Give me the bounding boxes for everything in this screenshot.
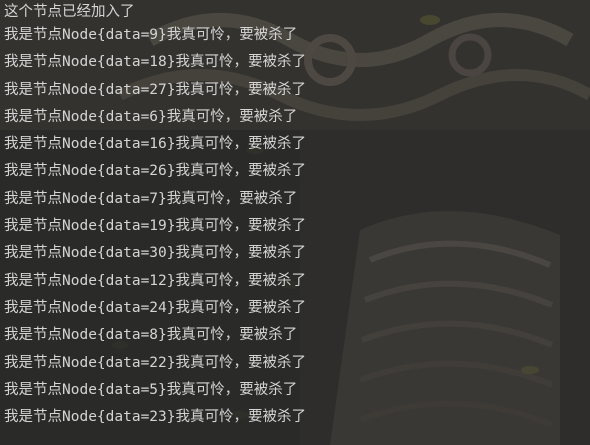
console-line-output: 我是节点Node{data=9}我真可怜，要被杀了 bbox=[4, 27, 298, 43]
console-line-output: 我是节点Node{data=23}我真可怜，要被杀了 bbox=[4, 409, 306, 426]
console-line-output: 我是节点Node{data=30}我真可怜，要被杀了 bbox=[4, 245, 306, 262]
console-line-output: 我是节点Node{data=16}我真可怜，要被杀了 bbox=[4, 136, 306, 153]
console-line-output: 我是节点Node{data=5}我真可怜，要被杀了 bbox=[4, 381, 298, 398]
console-line-output: 我是节点Node{data=12}我真可怜，要被杀了 bbox=[4, 272, 306, 289]
console-line-output: 我是节点Node{data=8}我真可怜，要被杀了 bbox=[4, 327, 298, 344]
console-line-output: 我是节点Node{data=19}我真可怜，要被杀了 bbox=[4, 218, 306, 235]
console-line-output: 我是节点Node{data=18}我真可怜，要被杀了 bbox=[4, 54, 306, 71]
console-line-output: 我是节点Node{data=22}我真可怜，要被杀了 bbox=[4, 354, 306, 371]
console-lines: 这个节点已经加入了我是节点Node{data=9}我真可怜，要被杀了 我是节点No… bbox=[0, 0, 306, 431]
console-line-status: 这个节点已经加入了 bbox=[4, 4, 135, 20]
console-line-output: 我是节点Node{data=27}我真可怜，要被杀了 bbox=[4, 81, 306, 98]
console-line-output: 我是节点Node{data=7}我真可怜，要被杀了 bbox=[4, 190, 298, 207]
console-line-output: 我是节点Node{data=6}我真可怜，要被杀了 bbox=[4, 108, 298, 125]
console-line-output: 我是节点Node{data=24}我真可怜，要被杀了 bbox=[4, 299, 306, 316]
console-output-panel[interactable]: 这个节点已经加入了我是节点Node{data=9}我真可怜，要被杀了 我是节点No… bbox=[0, 0, 590, 445]
console-line-output: 我是节点Node{data=26}我真可怜，要被杀了 bbox=[4, 163, 306, 180]
